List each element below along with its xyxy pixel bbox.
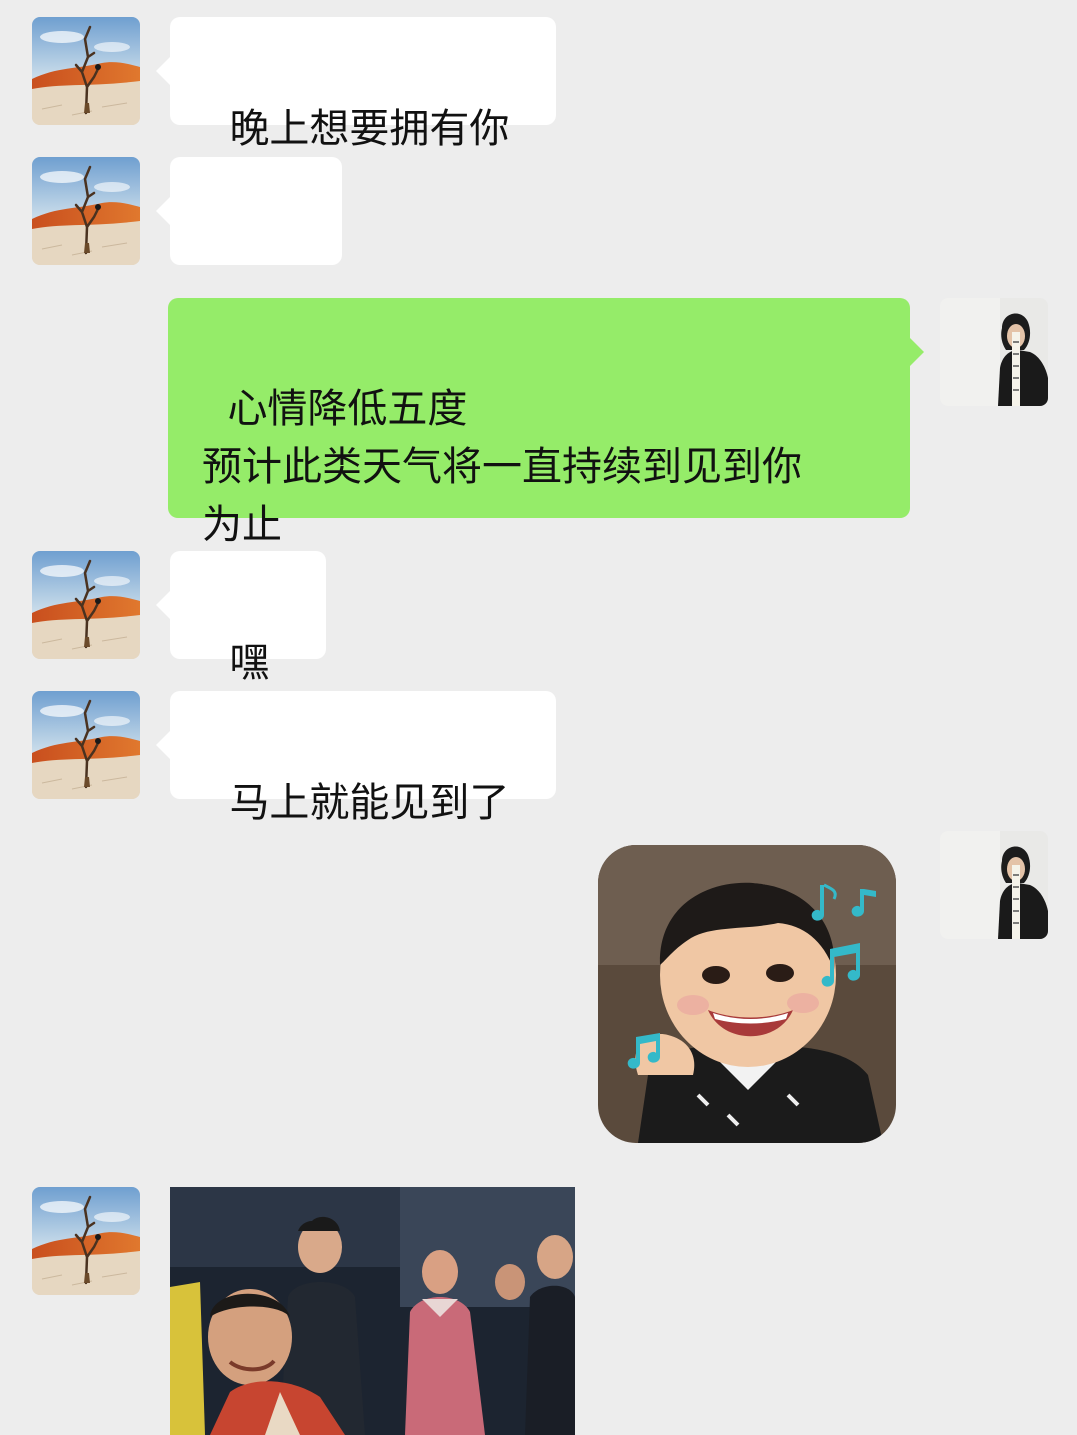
- message-bubble-incoming[interactable]: 马上就能见到了: [156, 691, 556, 826]
- message-bubble-outgoing[interactable]: 心情降低五度 预计此类天气将一直持续到见到你 为止: [168, 298, 924, 548]
- self-avatar[interactable]: [940, 298, 1048, 406]
- contact-avatar[interactable]: [32, 157, 140, 265]
- woman-portrait-avatar-image: [940, 831, 1048, 939]
- message-text: 马上就能见到了: [229, 780, 510, 826]
- woman-portrait-avatar-image: [940, 298, 1048, 406]
- desert-tree-avatar-image: [32, 551, 140, 659]
- contact-avatar[interactable]: [32, 1187, 140, 1295]
- contact-avatar[interactable]: [32, 17, 140, 125]
- desert-tree-avatar-image: [32, 17, 140, 125]
- message-text: 心情降低五度 预计此类天气将一直持续到见到你 为止: [202, 386, 802, 548]
- self-avatar[interactable]: [940, 831, 1048, 939]
- people-dancing-photo[interactable]: [170, 1187, 575, 1435]
- message-bubble-incoming[interactable]: 嘿嘿: [156, 551, 326, 744]
- message-text: 晚上想要拥有你: [229, 106, 510, 152]
- desert-tree-avatar-image: [32, 1187, 140, 1295]
- contact-avatar[interactable]: [32, 551, 140, 659]
- desert-tree-avatar-image: [32, 691, 140, 799]
- laughing-baby-sticker[interactable]: [598, 845, 896, 1143]
- desert-tree-avatar-image: [32, 157, 140, 265]
- dancing-photo-image: [170, 1187, 575, 1435]
- message-bubble-incoming[interactable]: [156, 157, 342, 265]
- baby-sticker-image: [598, 845, 896, 1143]
- message-bubble-incoming[interactable]: 晚上想要拥有你: [156, 17, 556, 152]
- contact-avatar[interactable]: [32, 691, 140, 799]
